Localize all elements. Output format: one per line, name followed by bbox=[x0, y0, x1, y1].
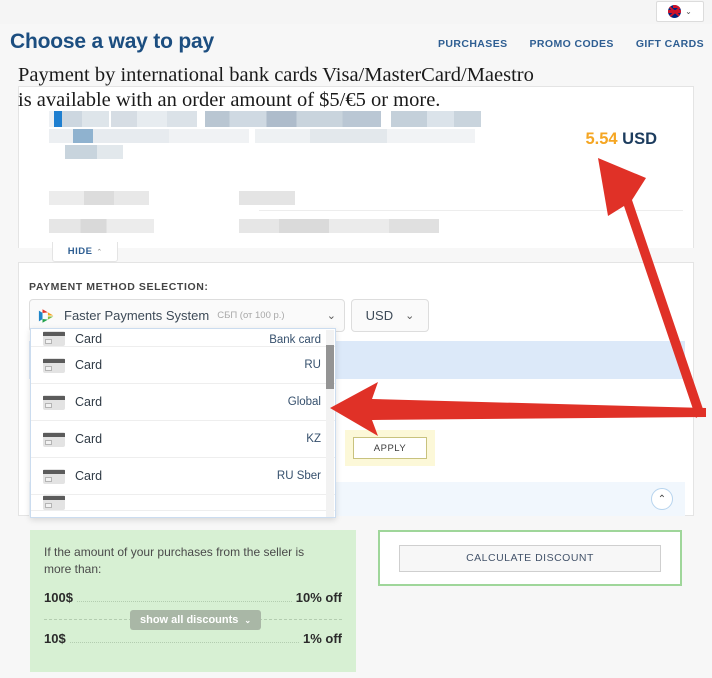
currency-value: USD bbox=[365, 308, 394, 323]
dropdown-option-partial[interactable] bbox=[31, 495, 335, 511]
discount-row: 10$ 1% off bbox=[44, 631, 342, 646]
chevron-up-icon: ⌃ bbox=[96, 248, 103, 256]
option-name: Card bbox=[75, 332, 103, 346]
dropdown-scrollbar-thumb[interactable] bbox=[326, 345, 334, 389]
price-amount: 5.54 bbox=[585, 130, 618, 148]
card-icon bbox=[43, 431, 65, 447]
calculate-discount-panel: CALCULATE DISCOUNT bbox=[378, 530, 682, 586]
option-tag: Global bbox=[287, 396, 321, 408]
redacted-block bbox=[239, 219, 439, 233]
option-tag: RU bbox=[304, 359, 321, 371]
collapse-button[interactable]: ⌃ bbox=[651, 488, 673, 510]
option-name: Card bbox=[75, 395, 103, 409]
payment-page: ⌄ Choose a way to pay PURCHASES PROMO CO… bbox=[0, 0, 712, 678]
dot-leader bbox=[69, 642, 299, 643]
option-tag: KZ bbox=[306, 433, 321, 445]
card-icon bbox=[43, 495, 65, 510]
show-all-discounts-button[interactable]: show all discounts ⌄ bbox=[130, 610, 262, 630]
currency-select[interactable]: USD ⌄ bbox=[351, 299, 429, 332]
notice-line-2: is available with an order amount of $5/… bbox=[18, 89, 441, 111]
calculate-discount-button[interactable]: CALCULATE DISCOUNT bbox=[399, 544, 661, 572]
header-nav: PURCHASES PROMO CODES GIFT CARDS bbox=[438, 38, 704, 50]
payment-method-name: Faster Payments System bbox=[64, 308, 210, 323]
hide-label: HIDE bbox=[67, 246, 93, 257]
language-selector[interactable]: ⌄ bbox=[656, 1, 704, 22]
page-title: Choose a way to pay bbox=[10, 30, 214, 53]
redacted-block bbox=[65, 145, 123, 159]
apply-button[interactable]: APPLY bbox=[353, 437, 427, 459]
option-tag: RU Sber bbox=[276, 470, 321, 482]
discount-value: 10% off bbox=[295, 590, 342, 605]
sbp-logo-icon bbox=[38, 307, 56, 325]
nav-link-promo-codes[interactable]: PROMO CODES bbox=[530, 38, 614, 50]
payment-method-subtitle: СБП (от 100 р.) bbox=[217, 310, 285, 321]
page-header: Choose a way to pay PURCHASES PROMO CODE… bbox=[0, 24, 712, 62]
redacted-block bbox=[49, 191, 149, 205]
order-price: 5.54 USD bbox=[585, 130, 657, 149]
divider bbox=[259, 210, 683, 211]
discount-row: 100$ 10% off bbox=[44, 590, 342, 605]
card-icon bbox=[43, 394, 65, 410]
redacted-block bbox=[205, 111, 381, 127]
discount-threshold: 100$ bbox=[44, 590, 73, 605]
dropdown-option-bank-card[interactable]: Card Bank card bbox=[31, 329, 335, 347]
option-name: Card bbox=[75, 469, 103, 483]
redacted-block bbox=[255, 129, 475, 143]
redacted-block bbox=[49, 129, 249, 143]
uk-flag-icon bbox=[668, 5, 682, 18]
top-bar: ⌄ bbox=[0, 0, 712, 24]
dot-leader bbox=[76, 601, 292, 602]
dropdown-option-kz[interactable]: Card KZ bbox=[31, 421, 335, 458]
chevron-up-icon: ⌃ bbox=[657, 493, 667, 505]
chevron-down-icon: ⌄ bbox=[685, 6, 692, 16]
card-icon bbox=[43, 331, 65, 346]
discount-threshold: 10$ bbox=[44, 631, 66, 646]
notice-line-1: Payment by international bank cards Visa… bbox=[18, 64, 534, 86]
card-icon bbox=[43, 357, 65, 373]
chevron-down-icon: ⌄ bbox=[244, 615, 252, 625]
redacted-block bbox=[49, 111, 109, 127]
card-icon bbox=[43, 468, 65, 484]
payment-section-label: PAYMENT METHOD SELECTION: bbox=[29, 281, 209, 293]
option-name: Card bbox=[75, 432, 103, 446]
dropdown-option-ru-sber[interactable]: Card RU Sber bbox=[31, 458, 335, 495]
payment-method-dropdown[interactable]: Card Bank card Card RU Card Global Card … bbox=[30, 328, 336, 518]
hide-details-tab[interactable]: HIDE ⌃ bbox=[52, 242, 118, 262]
discount-value: 1% off bbox=[303, 631, 342, 646]
payment-notice: Payment by international bank cards Visa… bbox=[18, 63, 708, 113]
show-all-label: show all discounts bbox=[140, 614, 239, 626]
option-tag: Bank card bbox=[269, 334, 321, 346]
discount-title: If the amount of your purchases from the… bbox=[44, 545, 305, 576]
chevron-down-icon: ⌄ bbox=[405, 310, 415, 322]
price-currency: USD bbox=[622, 130, 657, 148]
redacted-block bbox=[49, 219, 154, 233]
redacted-block bbox=[239, 191, 295, 205]
chevron-down-icon: ⌄ bbox=[326, 310, 336, 322]
dropdown-option-global[interactable]: Card Global bbox=[31, 384, 335, 421]
nav-link-purchases[interactable]: PURCHASES bbox=[438, 38, 508, 50]
dropdown-option-ru[interactable]: Card RU bbox=[31, 347, 335, 384]
redacted-block bbox=[111, 111, 197, 127]
seller-discount-panel: If the amount of your purchases from the… bbox=[30, 530, 356, 672]
redacted-block bbox=[391, 111, 481, 127]
nav-link-gift-cards[interactable]: GIFT CARDS bbox=[636, 38, 704, 50]
option-name: Card bbox=[75, 358, 103, 372]
